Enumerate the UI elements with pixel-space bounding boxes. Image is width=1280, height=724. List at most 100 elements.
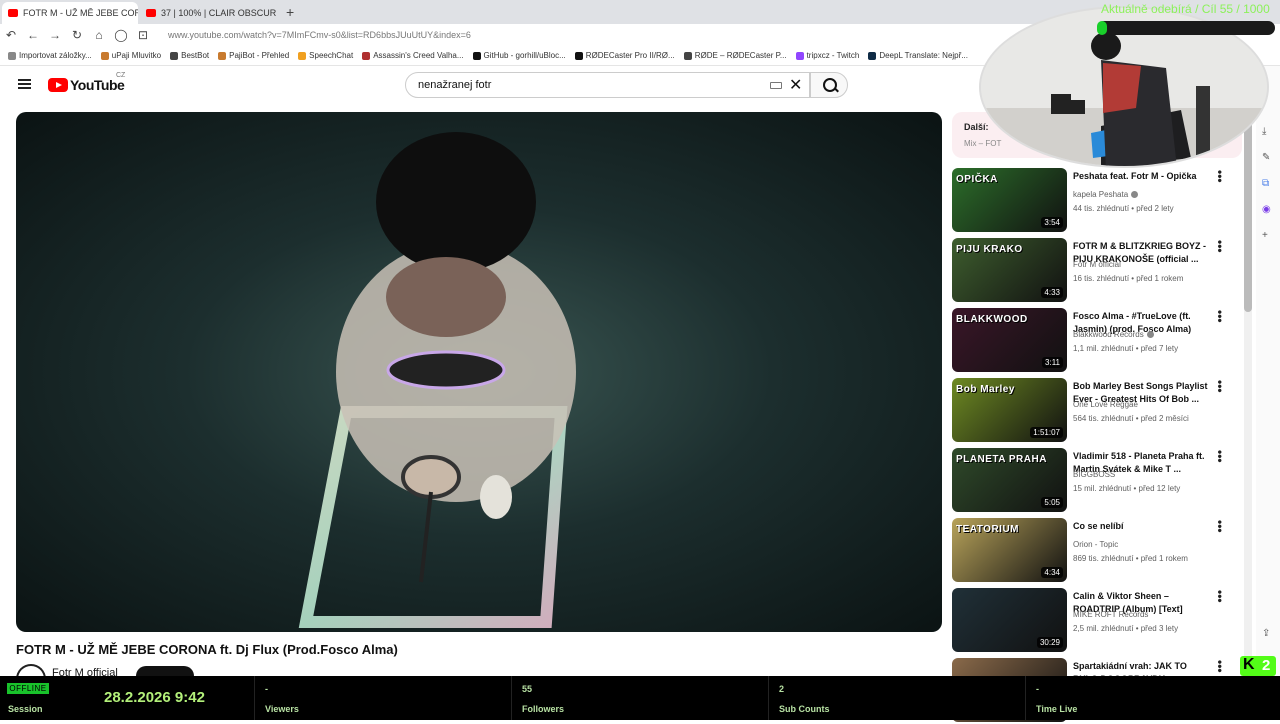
timelive-value: - xyxy=(1036,684,1039,694)
youtube-favicon-icon xyxy=(8,9,18,17)
followers-value: 55 xyxy=(522,684,533,694)
viewers-label: Viewers xyxy=(265,704,299,714)
more-options-icon[interactable]: ••• xyxy=(1213,380,1227,393)
more-options-icon[interactable]: ••• xyxy=(1213,170,1227,183)
bookmark-item[interactable]: SpeechChat xyxy=(298,51,353,60)
duration-badge: 3:54 xyxy=(1041,217,1063,228)
search-input[interactable]: nenažranej fotr xyxy=(405,72,810,98)
youtube-logo[interactable]: YouTube CZ xyxy=(48,72,125,93)
video-thumbnail[interactable]: Bob Marley 1:51:07 xyxy=(952,378,1067,442)
more-options-icon[interactable]: ••• xyxy=(1213,450,1227,463)
youtube-play-icon xyxy=(48,78,68,92)
video-item-channel[interactable]: MIKE ROFT Records xyxy=(1073,610,1148,619)
more-options-icon[interactable]: ••• xyxy=(1213,590,1227,603)
video-item-channel[interactable]: Orion - Topic xyxy=(1073,540,1118,549)
back-icon[interactable]: ← xyxy=(22,28,44,42)
bookmark-icon xyxy=(8,51,16,60)
recommended-video-item[interactable]: PLANETA PRAHA 5:05 Vladimir 518 - Planeta … xyxy=(952,448,1242,514)
undo-icon[interactable]: ↶ xyxy=(0,28,22,42)
video-item-channel[interactable]: kapela Peshata xyxy=(1073,190,1139,199)
recommended-video-item[interactable]: 30:29 Calin & Viktor Sheen – ROADTRIP (Al… xyxy=(952,588,1242,654)
divider xyxy=(254,676,255,720)
recommended-video-item[interactable]: PIJU KRAKO 4:33 FOTR M & BLITZKRIEG BOYZ -… xyxy=(952,238,1242,304)
more-options-icon[interactable]: ••• xyxy=(1213,240,1227,253)
video-thumbnail[interactable]: PLANETA PRAHA 5:05 xyxy=(952,448,1067,512)
deepl-icon xyxy=(868,51,877,60)
reload-icon[interactable]: ↻ xyxy=(66,28,88,42)
video-item-title[interactable]: Co se nelíbí xyxy=(1073,520,1213,533)
video-item-meta: 16 tis. zhlédnutí • před 1 rokem xyxy=(1073,274,1184,283)
forward-icon[interactable]: → xyxy=(44,28,66,42)
shield-icon[interactable]: ◯ xyxy=(110,28,132,42)
home-icon[interactable]: ⌂ xyxy=(88,28,110,42)
bookmark-item[interactable]: uPaji Mluvitko xyxy=(100,51,161,60)
hamburger-menu-icon[interactable] xyxy=(18,79,31,89)
globe-icon xyxy=(170,51,179,60)
translate-icon[interactable]: ⧉ xyxy=(1262,178,1269,189)
tab-label: FOTR M - UŽ MĚ JEBE CORON xyxy=(23,8,138,18)
bookmark-item[interactable]: PajiBot - Přehled xyxy=(218,51,289,60)
lock-icon[interactable]: ⊡ xyxy=(132,28,154,42)
duration-badge: 4:34 xyxy=(1041,567,1063,578)
tab-clair-obscur[interactable]: 37 | 100% | CLAIR OBSCUR EXP ✕ xyxy=(140,2,276,24)
download-icon[interactable]: ⤓ xyxy=(1262,126,1266,137)
session-datetime: 28.2.2026 9:42 xyxy=(104,689,205,706)
recommended-video-item[interactable]: OPIČKA 3:54 Peshata feat. Fotr M - Opička k… xyxy=(952,168,1242,234)
bookmark-item[interactable]: DeepL Translate: Nejpř... xyxy=(868,51,968,60)
tab-active[interactable]: FOTR M - UŽ MĚ JEBE CORON ✕ xyxy=(2,2,138,24)
video-item-title[interactable]: Peshata feat. Fotr M - Opička xyxy=(1073,170,1213,183)
video-player[interactable] xyxy=(16,112,942,632)
session-label: Session xyxy=(8,704,43,714)
timelive-label: Time Live xyxy=(1036,704,1078,714)
recommended-video-item[interactable]: Bob Marley 1:51:07 Bob Marley Best Songs P… xyxy=(952,378,1242,444)
bookmark-item[interactable]: RØDE – RØDECaster P... xyxy=(683,51,787,60)
more-options-icon[interactable]: ••• xyxy=(1213,660,1227,673)
new-tab-icon[interactable]: + xyxy=(286,4,294,20)
more-options-icon[interactable]: ••• xyxy=(1213,310,1227,323)
extension-icon[interactable]: ◉ xyxy=(1262,204,1271,215)
video-thumbnail[interactable]: BLAKKWOOD 3:11 xyxy=(952,308,1067,372)
url-text[interactable]: www.youtube.com/watch?v=7MImFCmv-s0&list… xyxy=(168,30,471,40)
mix-next-label: Další: xyxy=(964,122,989,132)
globe-icon xyxy=(683,51,692,60)
bookmark-item[interactable]: BestBot xyxy=(170,51,209,60)
subcounts-label: Sub Counts xyxy=(779,704,830,714)
pen-icon[interactable]: ✎ xyxy=(1262,152,1270,163)
video-item-meta: 564 tis. zhlédnutí • před 2 měsíci xyxy=(1073,414,1189,423)
video-item-meta: 2,5 mil. zhlédnutí • před 3 lety xyxy=(1073,624,1179,633)
clear-search-icon[interactable]: ✕ xyxy=(789,75,802,95)
recommended-video-item[interactable]: BLAKKWOOD 3:11 Fosco Alma - #TrueLove (ft.… xyxy=(952,308,1242,374)
subcounts-value: 2 xyxy=(779,684,785,694)
verified-icon xyxy=(1131,191,1139,199)
twitch-icon xyxy=(795,51,804,60)
bookmark-icon xyxy=(362,51,371,60)
viewers-value: - xyxy=(265,684,268,694)
tab-label: 37 | 100% | CLAIR OBSCUR EXP xyxy=(161,8,276,18)
divider xyxy=(1025,676,1026,720)
video-item-meta: 44 tis. zhlédnutí • před 2 lety xyxy=(1073,204,1174,213)
bookmark-item[interactable]: Assassin's Creed Valha... xyxy=(362,51,464,60)
youtube-favicon-icon xyxy=(146,9,156,17)
video-item-channel[interactable]: BIGGBOSS xyxy=(1073,470,1115,479)
bookmark-item[interactable]: Importovat záložky... xyxy=(8,51,92,60)
video-item-channel[interactable]: Fotr M official xyxy=(1073,260,1121,269)
bookmark-item[interactable]: RØDECaster Pro II/RØ... xyxy=(574,51,675,60)
video-thumbnail[interactable]: 30:29 xyxy=(952,588,1067,652)
video-item-channel[interactable]: One Love Reggae xyxy=(1073,400,1138,409)
video-thumbnail[interactable]: PIJU KRAKO 4:33 xyxy=(952,238,1067,302)
search-button[interactable] xyxy=(810,72,848,98)
thumbnail-text: BLAKKWOOD xyxy=(956,314,1028,325)
bookmark-item[interactable]: tripxcz - Twitch xyxy=(795,51,859,60)
video-thumbnail[interactable]: OPIČKA 3:54 xyxy=(952,168,1067,232)
bookmark-item[interactable]: GitHub - gorhill/uBloc... xyxy=(472,51,566,60)
thumbnail-text: PLANETA PRAHA xyxy=(956,454,1047,465)
bookmark-icon xyxy=(298,51,307,60)
add-icon[interactable]: + xyxy=(1262,230,1268,241)
share-icon[interactable]: ⇪ xyxy=(1262,628,1270,639)
video-item-channel[interactable]: Blakkwood Records xyxy=(1073,330,1154,339)
video-item-meta: 1,1 mil. zhlédnutí • před 7 lety xyxy=(1073,344,1179,353)
keyboard-icon[interactable] xyxy=(770,82,782,89)
more-options-icon[interactable]: ••• xyxy=(1213,520,1227,533)
video-thumbnail[interactable]: TEATORIUM 4:34 xyxy=(952,518,1067,582)
recommended-video-item[interactable]: TEATORIUM 4:34 Co se nelíbí Orion - Topic 86… xyxy=(952,518,1242,584)
